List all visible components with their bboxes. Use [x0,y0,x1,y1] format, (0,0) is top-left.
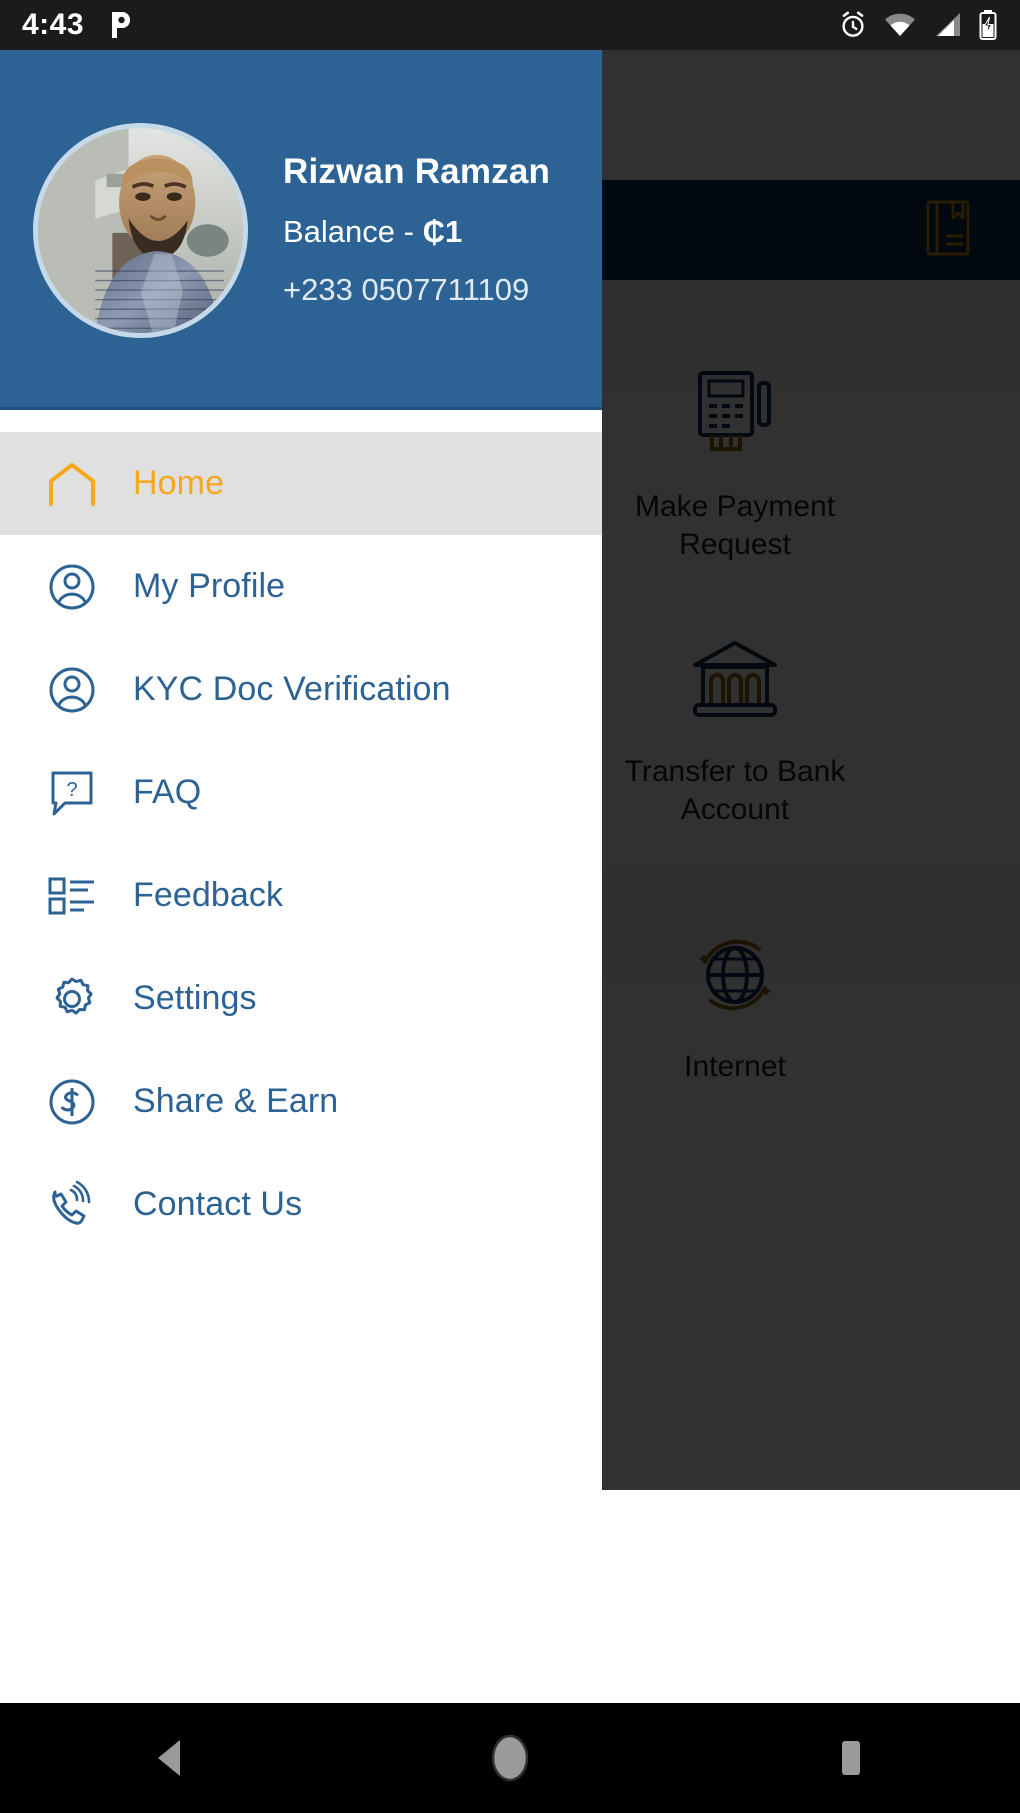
navigation-drawer: Rizwan Ramzan Balance - ₵1 +233 05077111… [0,50,602,1490]
system-status-icons [838,10,998,40]
drawer-item-label: FAQ [133,773,202,811]
drawer-item-contact-us[interactable]: Contact Us [0,1153,602,1256]
question-bubble-icon: ? [33,769,111,817]
status-bar: 4:43 [0,0,1020,50]
drawer-item-faq[interactable]: ? FAQ [0,741,602,844]
dollar-circle-icon [33,1078,111,1126]
drawer-item-share-and-earn[interactable]: Share & Earn [0,1050,602,1153]
balance-value: ₵1 [422,214,463,249]
drawer-menu-spacer [0,410,602,432]
drawer-profile-header[interactable]: Rizwan Ramzan Balance - ₵1 +233 05077111… [0,50,602,410]
profile-text-block: Rizwan Ramzan Balance - ₵1 +233 05077111… [283,152,550,308]
drawer-item-label: Home [133,464,225,502]
profile-name: Rizwan Ramzan [283,152,551,191]
drawer-item-settings[interactable]: Settings [0,947,602,1050]
phone-screen: 4:43 Rizwan Ramzan Balance - ₵1 +233 050… [0,0,1020,1813]
header-underline [0,407,602,410]
profile-phone: +233 0507711109 [283,272,530,307]
cellular-signal-icon [932,12,962,38]
drawer-item-home[interactable]: Home [0,432,602,535]
user-circle-icon [33,666,111,714]
drawer-item-kyc-doc-verification[interactable]: KYC Doc Verification [0,638,602,741]
recents-square-icon[interactable] [775,1703,925,1813]
drawer-item-label: Settings [133,979,257,1017]
phone-ring-icon [33,1180,111,1230]
svg-text:?: ? [66,779,77,801]
android-navigation-bar [0,1703,1020,1813]
avatar[interactable] [33,122,248,338]
drawer-item-label: KYC Doc Verification [133,670,451,708]
home-circle-icon[interactable] [435,1703,585,1813]
user-circle-icon [33,563,111,611]
drawer-item-feedback[interactable]: Feedback [0,844,602,947]
pandora-p-icon [108,10,134,40]
notification-icons [108,10,134,40]
feedback-list-icon [33,875,111,917]
gear-icon [33,975,111,1023]
drawer-menu-list: Home My Profile KYC Doc Verification ? F… [0,432,602,1256]
back-triangle-icon[interactable] [95,1703,245,1813]
balance-label: Balance - [283,214,423,249]
drawer-item-label: Feedback [133,876,284,914]
home-icon [33,462,111,506]
drawer-item-label: Share & Earn [133,1082,339,1120]
alarm-icon [838,10,868,40]
status-bar-clock: 4:43 [22,8,85,41]
drawer-item-my-profile[interactable]: My Profile [0,535,602,638]
profile-balance: Balance - ₵1 [283,214,550,250]
wifi-icon [884,12,916,38]
drawer-item-label: My Profile [133,567,286,605]
battery-charging-icon [978,10,998,40]
drawer-item-label: Contact Us [133,1185,303,1223]
